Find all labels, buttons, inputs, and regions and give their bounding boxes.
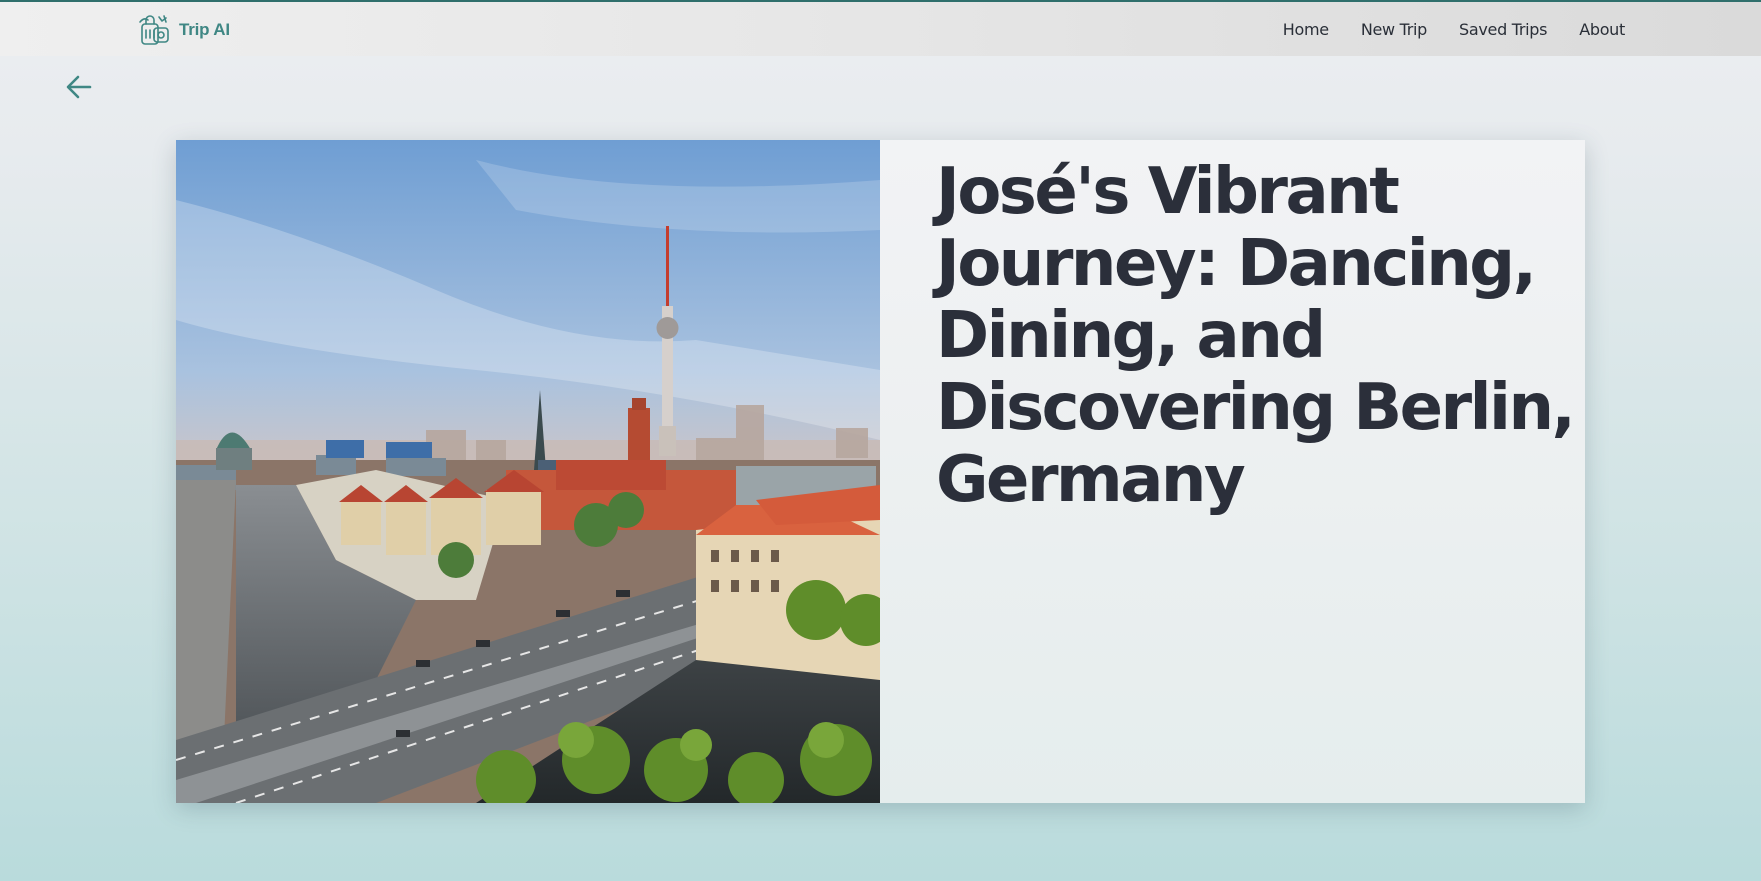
nav-new-trip[interactable]: New Trip	[1361, 20, 1427, 39]
arrow-left-icon	[66, 75, 92, 99]
travel-bag-icon	[139, 15, 169, 45]
brand-name: Trip AI	[179, 20, 230, 39]
nav-saved-trips[interactable]: Saved Trips	[1459, 20, 1547, 39]
main-nav: Home New Trip Saved Trips About	[1283, 2, 1626, 56]
nav-about[interactable]: About	[1579, 20, 1625, 39]
trip-title: José's Vibrant Journey: Dancing, Dining,…	[936, 155, 1576, 517]
trip-card: José's Vibrant Journey: Dancing, Dining,…	[176, 140, 1585, 803]
brand-link[interactable]: Trip AI	[137, 12, 230, 48]
back-button[interactable]	[62, 70, 96, 104]
berlin-skyline-photo	[176, 140, 880, 803]
top-navbar: Trip AI Home New Trip Saved Trips About	[0, 2, 1761, 56]
nav-home[interactable]: Home	[1283, 20, 1329, 39]
